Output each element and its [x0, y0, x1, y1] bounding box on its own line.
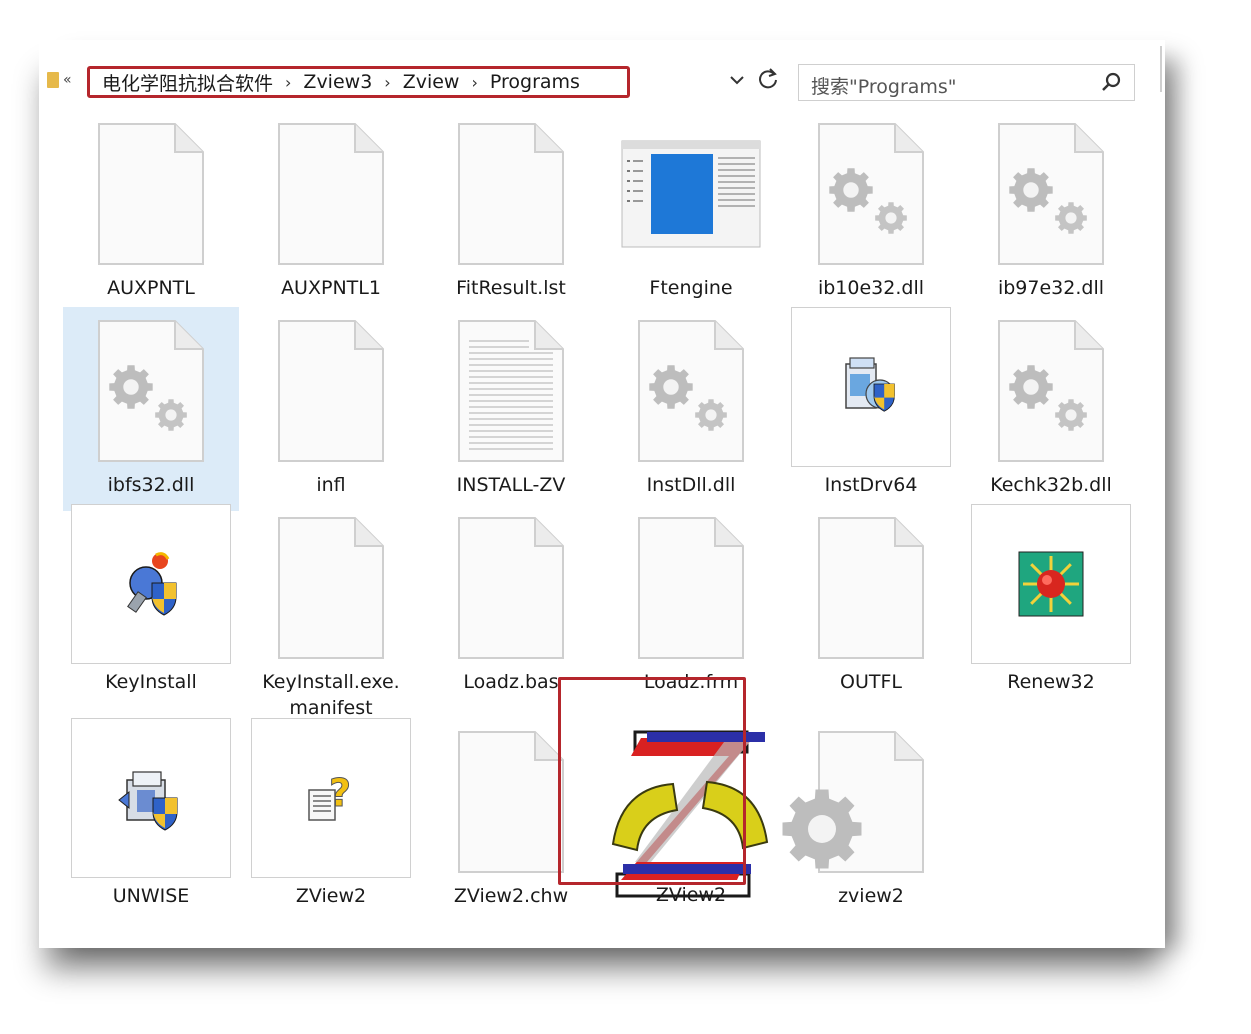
file-name-label: infl [316, 474, 346, 496]
highlight-frame [558, 677, 746, 885]
file-name-label: KeyInstall [105, 671, 197, 693]
file-name-label: UNWISE [112, 885, 190, 907]
installer-icon [791, 307, 951, 467]
svg-text:?: ? [329, 771, 351, 815]
file-item[interactable]: Ftengine [603, 120, 779, 320]
breadcrumb-item[interactable]: Zview [403, 71, 460, 93]
address-bar-row: « 电化学阻抗拟合软件 › Zview3 › Zview › Programs … [39, 52, 1165, 101]
gear-file-icon [997, 122, 1105, 270]
blank-file-icon [277, 122, 385, 270]
file-name-label: ib97e32.dll [997, 277, 1105, 299]
file-item[interactable]: OUTFL [783, 514, 959, 714]
file-name-label: INSTALL-ZV [456, 474, 566, 496]
blank-file-icon [817, 516, 925, 664]
breadcrumb[interactable]: 电化学阻抗拟合软件 › Zview3 › Zview › Programs [87, 66, 630, 98]
file-name-label: InstDrv64 [824, 474, 918, 496]
file-item[interactable]: InstDll.dll [603, 317, 779, 517]
blank-file-icon [457, 516, 565, 664]
file-name-label: KeyInstall.exe. manifest [262, 671, 400, 719]
uninstall-icon [71, 718, 231, 878]
file-item[interactable]: InstDrv64 [783, 307, 959, 517]
file-item[interactable]: ib97e32.dll [963, 120, 1139, 320]
file-item[interactable]: KeyInstall [63, 504, 239, 714]
divider [1160, 46, 1162, 92]
refresh-icon[interactable] [757, 67, 779, 97]
gear-file-icon [997, 319, 1105, 467]
window-edge [1152, 40, 1165, 948]
file-name-label: AUXPNTL [107, 277, 195, 299]
file-item[interactable]: ibfs32.dll [63, 307, 239, 517]
breadcrumb-item[interactable]: 电化学阻抗拟合软件 [102, 69, 273, 96]
blank-file-icon [97, 122, 205, 270]
file-name-label: Ftengine [649, 277, 733, 299]
application-window-icon [621, 140, 761, 252]
file-item[interactable]: Kechk32b.dll [963, 317, 1139, 517]
blank-file-icon [457, 122, 565, 270]
file-item[interactable]: FitResult.lst [423, 120, 599, 320]
file-item[interactable]: KeyInstall.exe. manifest [243, 514, 419, 719]
renew-icon [971, 504, 1131, 664]
breadcrumb-separator: › [384, 72, 391, 92]
file-name-label: OUTFL [840, 671, 902, 693]
file-name-label: Renew32 [1007, 671, 1095, 693]
file-name-label: AUXPNTL1 [281, 277, 381, 299]
file-name-label: InstDll.dll [646, 474, 736, 496]
search-input[interactable]: 搜索"Programs" [798, 64, 1135, 101]
file-name-label: ZView2 [655, 884, 727, 906]
chevron-down-icon[interactable] [729, 70, 745, 91]
file-name-label: Kechk32b.dll [990, 474, 1112, 496]
file-item[interactable]: UNWISE [63, 718, 239, 928]
breadcrumb-item[interactable]: Zview3 [303, 71, 372, 93]
breadcrumb-item[interactable]: Programs [490, 71, 580, 93]
search-placeholder: 搜索"Programs" [811, 76, 957, 98]
back-arrow-icon[interactable]: « [63, 72, 72, 88]
file-item[interactable]: INSTALL-ZV [423, 317, 599, 517]
gear-icon [777, 784, 867, 878]
breadcrumb-separator: › [471, 72, 478, 92]
file-item[interactable]: infl [243, 317, 419, 517]
gear-file-icon [637, 319, 745, 467]
blank-file-icon [637, 516, 745, 664]
blank-file-icon [457, 730, 565, 878]
file-item[interactable]: Renew32 [963, 504, 1139, 714]
file-item[interactable]: AUXPNTL1 [243, 120, 419, 320]
file-item[interactable]: zview2 [782, 728, 959, 928]
gear-file-icon [817, 122, 925, 270]
search-icon[interactable] [1100, 71, 1122, 93]
file-name-label: FitResult.lst [456, 277, 566, 299]
blank-file-icon [277, 516, 385, 664]
file-name-label: ib10e32.dll [817, 277, 925, 299]
folder-icon [47, 72, 59, 88]
text-file-icon [457, 319, 565, 467]
gear-file-icon [97, 319, 205, 467]
file-item[interactable]: ? ZView2 [243, 718, 419, 928]
file-item[interactable]: AUXPNTL [63, 120, 239, 320]
key-install-icon [71, 504, 231, 664]
file-name-label: zview2 [838, 885, 904, 907]
file-name-label: ZView2.chw [453, 885, 569, 907]
blank-file-icon [277, 319, 385, 467]
file-item[interactable]: ib10e32.dll [783, 120, 959, 320]
breadcrumb-separator: › [285, 72, 292, 92]
file-name-label: ZView2 [295, 885, 367, 907]
help-file-icon: ? [251, 718, 411, 878]
file-name-label: ibfs32.dll [107, 474, 195, 496]
